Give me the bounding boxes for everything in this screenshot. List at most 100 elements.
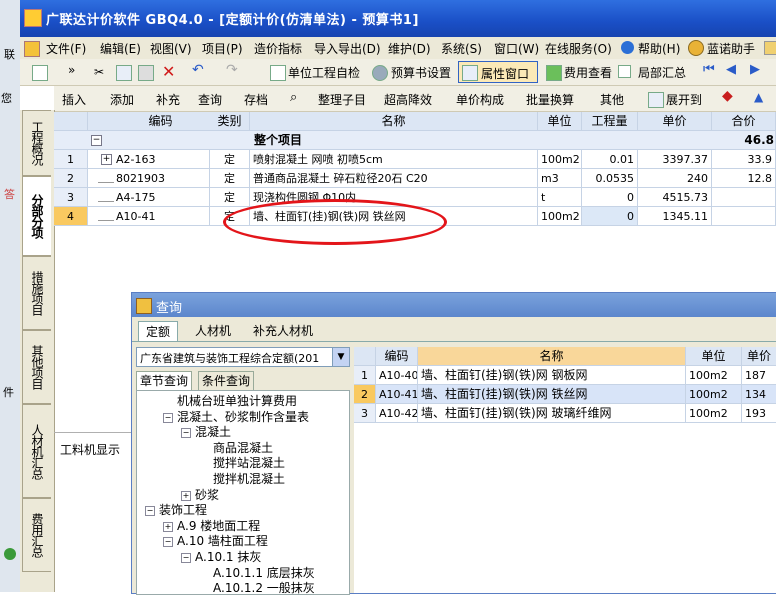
menu-cost-index[interactable]: 造价指标 [254,40,302,57]
header-unit[interactable]: 单位 [538,112,582,131]
tab-resource-summary[interactable]: 人材机汇总 [22,404,51,498]
collapse-icon[interactable]: − [181,428,191,439]
result-price[interactable]: 134 [742,385,776,404]
header-total[interactable]: 合价 [712,112,776,131]
tree-node[interactable]: 搅拌机混凝土 [213,471,285,487]
query-button[interactable]: 查询 [198,91,222,108]
result-unit[interactable]: 100m2 [686,385,742,404]
result-name[interactable]: 墙、柱面钉(挂)钢(铁)网 玻璃纤维网 [418,404,686,423]
collapse-icon[interactable]: − [181,553,191,563]
quota-library-select[interactable]: 广东省建筑与装饰工程综合定额(201 ▼ [136,347,350,367]
move-up-icon[interactable]: ▲ [754,90,763,104]
result-row-number[interactable]: 3 [354,404,376,423]
menu-online-service[interactable]: 在线服务(O) [545,40,612,57]
new-icon[interactable] [32,65,48,81]
results-header-name[interactable]: 名称 [418,347,686,366]
first-icon[interactable]: ⏮ [703,62,715,77]
title-bar[interactable]: 广联达计价软件 GBQ4.0 - [定额计价(仿清单法) - 预算书1] [20,0,776,37]
tree-node[interactable]: A.10.1.2 一般抹灰 [213,580,315,594]
result-name[interactable]: 墙、柱面钉(挂)钢(铁)网 铁丝网 [418,385,686,404]
row-total[interactable] [712,188,776,207]
tab-project-overview[interactable]: 工程概况 [22,110,51,176]
height-reduction-button[interactable]: 超高降效 [384,91,432,108]
copy-icon[interactable] [116,65,132,81]
row-unit-price[interactable]: 1345.11 [638,207,712,226]
menu-system[interactable]: 系统(S) [441,40,482,57]
row-code[interactable]: A10-41 [88,207,210,226]
header-unit-price[interactable]: 单价 [638,112,712,131]
row-type[interactable]: 定 [210,150,250,169]
cut-icon[interactable]: ✂ [94,65,108,79]
tab-measures[interactable]: 措施项目 [22,256,51,330]
result-price[interactable]: 193 [742,404,776,423]
tree-node[interactable]: 搅拌站混凝土 [213,455,285,471]
supplement-button[interactable]: 补充 [156,91,180,108]
tree-node[interactable]: 商品混凝土 [213,440,273,456]
menu-window[interactable]: 窗口(W) [494,40,539,57]
tab-quota[interactable]: 定额 [138,321,179,342]
tree-node[interactable]: 装饰工程 [159,502,207,518]
row-total[interactable]: 12.8 [712,169,776,188]
fee-view-button[interactable]: 费用查看 [564,64,612,81]
row-quantity[interactable]: 0.01 [582,150,638,169]
delete-icon[interactable]: ✕ [162,62,175,81]
collapse-icon[interactable]: − [91,135,102,146]
result-price[interactable]: 187 [742,366,776,385]
menu-view[interactable]: 视图(V) [150,40,192,57]
tree-node[interactable]: 机械台班单独计算费用 [177,393,297,409]
expand-icon[interactable]: + [181,490,191,501]
tree-node[interactable]: 混凝土、砂浆制作含量表 [177,409,309,425]
resource-display-label[interactable]: 工料机显示 [60,441,120,458]
tree-node[interactable]: A.10.1.1 底层抹灰 [213,565,315,581]
budget-settings-button[interactable]: 预算书设置 [391,64,451,81]
summary-row[interactable] [54,131,776,150]
prev-icon[interactable]: ◀ [726,62,736,77]
tree-node[interactable]: 砂浆 [195,487,219,503]
tree-node[interactable]: 混凝土 [195,424,231,440]
partial-summary-checkbox[interactable] [618,65,631,78]
expand-icon[interactable]: + [101,154,112,165]
overflow-chevron-icon[interactable]: » [68,63,75,77]
tree-node[interactable]: A.9 楼地面工程 [177,518,260,534]
results-header-unit[interactable]: 单位 [686,347,742,366]
self-check-button[interactable]: 单位工程自检 [288,64,360,81]
menu-file[interactable]: 文件(F) [46,40,86,57]
row-quantity[interactable]: 0 [582,207,638,226]
tab-sub-items[interactable]: 分部分项 [22,176,51,256]
chevron-down-icon[interactable]: ▼ [332,348,349,366]
row-unit[interactable]: 100m2 [538,150,582,169]
header-type[interactable]: 类别 [210,112,250,131]
menu-edit[interactable]: 编辑(E) [100,40,141,57]
other-button[interactable]: 其他 [600,91,624,108]
menu-import-export[interactable]: 导入导出(D) [314,40,381,57]
collapse-icon[interactable]: − [145,506,155,517]
add-button[interactable]: 添加 [110,91,134,108]
organize-items-button[interactable]: 整理子目 [318,91,366,108]
result-row-number[interactable]: 1 [354,366,376,385]
result-code[interactable]: A10-42 [376,404,418,423]
dialog-title-bar[interactable]: 查询 [132,293,776,317]
collapse-icon[interactable]: − [163,537,173,548]
header-quantity[interactable]: 工程量 [582,112,638,131]
tree-node[interactable]: A.10.1 抹灰 [195,549,261,565]
tab-chapter-query[interactable]: 章节查询 [136,371,193,390]
tree-node[interactable]: A.10 墙柱面工程 [177,533,268,549]
row-total[interactable]: 33.9 [712,150,776,169]
result-code[interactable]: A10-41 [376,385,418,404]
row-type[interactable]: 定 [210,188,250,207]
menu-project[interactable]: 项目(P) [202,40,243,57]
result-unit[interactable]: 100m2 [686,404,742,423]
expand-icon[interactable]: + [163,521,173,532]
paste-icon[interactable] [138,65,154,81]
insert-button[interactable]: 插入 [62,91,86,108]
next-icon[interactable]: ▶ [750,62,760,77]
batch-conversion-button[interactable]: 批量换算 [526,91,574,108]
row-total[interactable] [712,207,776,226]
expand-to-button[interactable]: 展开到 [666,91,702,108]
row-unit-price[interactable]: 3397.37 [638,150,712,169]
row-code[interactable]: A4-175 [88,188,210,207]
result-name[interactable]: 墙、柱面钉(挂)钢(铁)网 钢板网 [418,366,686,385]
row-type[interactable]: 定 [210,169,250,188]
row-number[interactable]: 4 [54,207,88,226]
collapse-icon[interactable]: − [163,412,173,423]
